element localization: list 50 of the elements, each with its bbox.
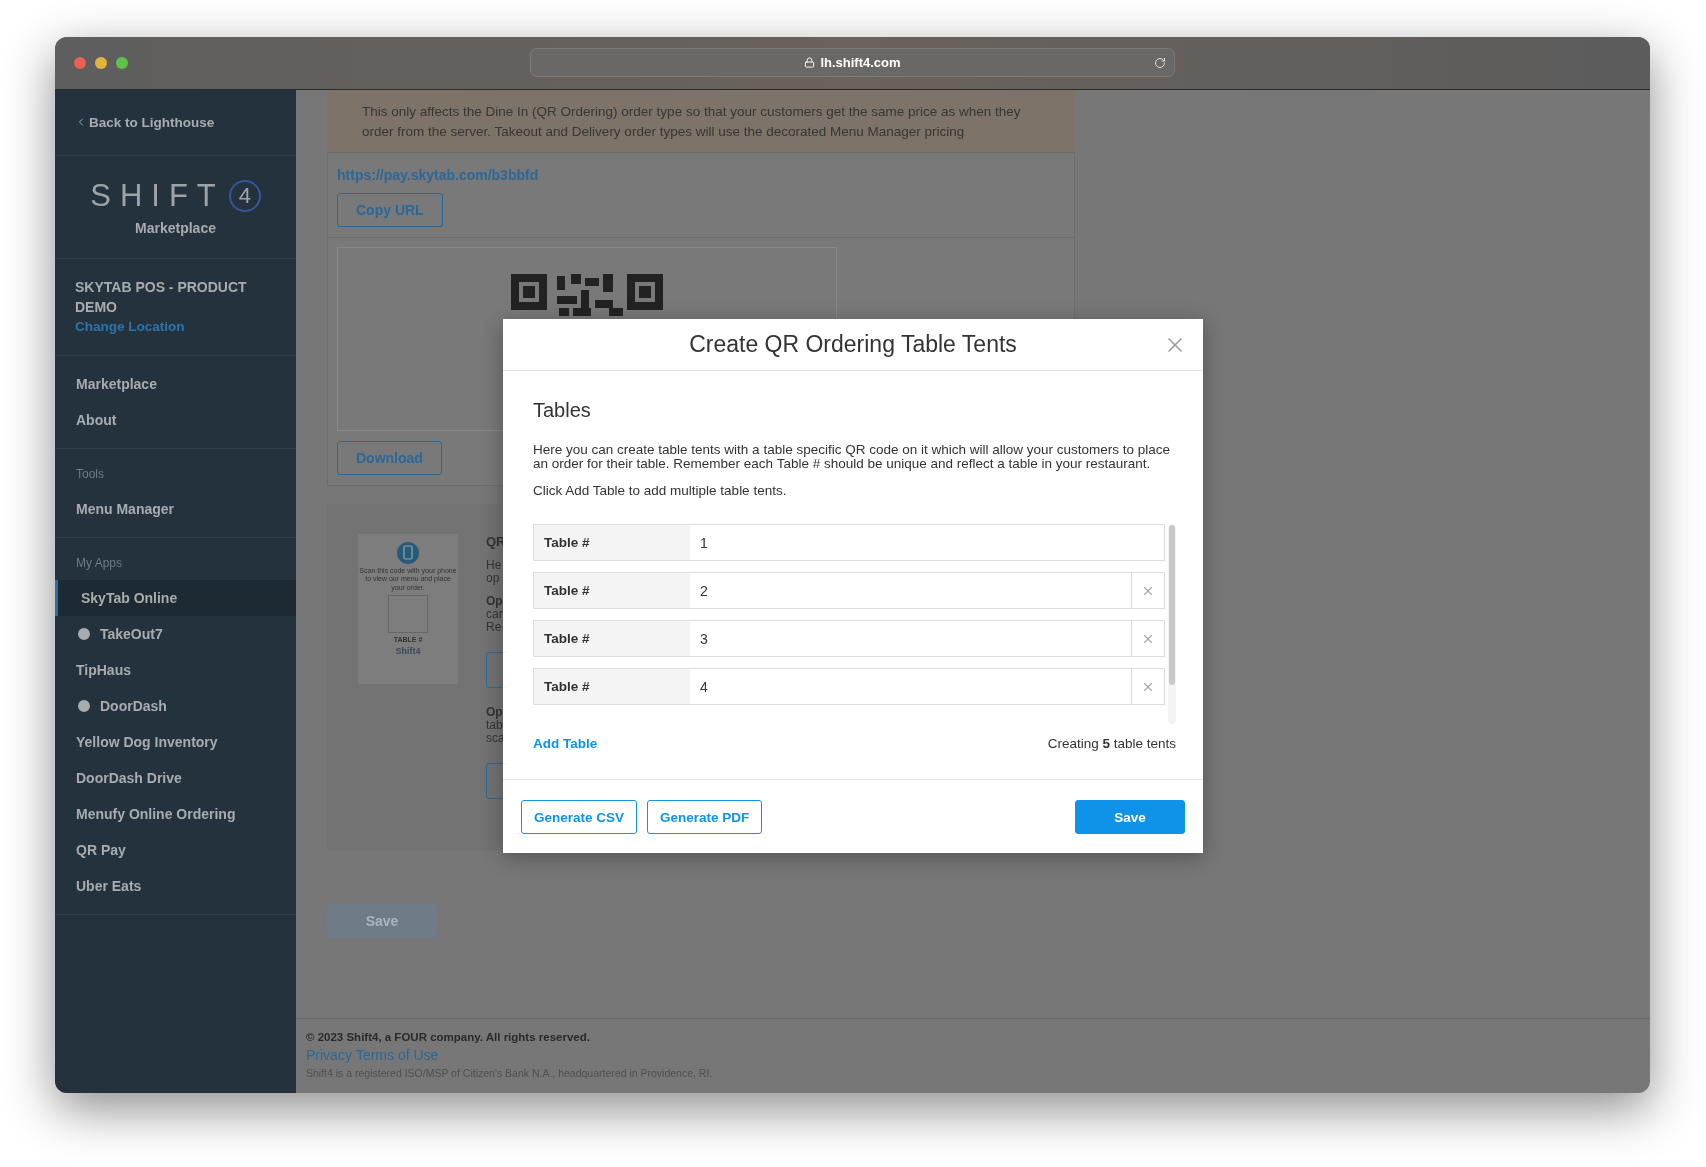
generate-button[interactable]: Generate PDF xyxy=(647,800,763,834)
row-label: Table # xyxy=(533,620,690,657)
description-text: Here you can create table tents with a table specific QR code on it which will allow your customers to place an order for their table. Remember each Table # should be unique and reflect a table in your restaurant. xyxy=(533,443,1172,471)
back-link[interactable]: Back to Lighthouse xyxy=(75,114,215,130)
copyright-text: © 2023 Shift4, a FOUR company. All rights reserved. xyxy=(306,1031,591,1043)
hint-text: Click Add Table to add multiple table tents. xyxy=(533,483,788,498)
maximize-window-button[interactable] xyxy=(116,57,128,69)
logo: SHIFT 4 xyxy=(90,178,261,214)
reload-icon[interactable] xyxy=(1154,56,1166,69)
dialog-title: Create QR Ordering Table Tents xyxy=(689,331,1017,358)
remove-button[interactable] xyxy=(1131,668,1165,705)
notice-text: This only affects the Dine In (QR Ordering) order type so that your customers get the same price as when they order from the server. Takeout and Delivery order types will use the decorated Menu Manager pricing xyxy=(327,90,1075,152)
sidebar-item[interactable]: DoorDash Drive xyxy=(55,760,296,796)
logo-subtitle: Marketplace xyxy=(135,220,216,236)
sidebar-item[interactable]: Menu Manager xyxy=(55,491,296,527)
row-label: Table # xyxy=(533,668,690,705)
close-window-button[interactable] xyxy=(74,57,86,69)
paragraph: Op car Re xyxy=(486,595,503,634)
paragraph: He op xyxy=(486,559,503,585)
count-text: Creating 5 table tents xyxy=(1047,736,1176,751)
sidebar-item[interactable]: Yellow Dog Inventory xyxy=(55,724,296,760)
brand-logo: Shift4 xyxy=(395,646,421,657)
scrollbar[interactable] xyxy=(1168,524,1176,724)
add-table-link[interactable]: Add Table xyxy=(533,736,598,751)
lock-icon xyxy=(804,57,816,68)
sidebar-item[interactable]: QR Pay xyxy=(55,832,296,868)
url-text: lh.shift4.com xyxy=(820,55,901,70)
sidebar-item[interactable]: DoorDash xyxy=(55,688,296,724)
sidebar-item[interactable]: Marketplace xyxy=(55,366,296,402)
phone-icon xyxy=(397,542,419,564)
sidebar-item[interactable]: TakeOut7 xyxy=(55,616,296,652)
table-number-field[interactable]: 4 xyxy=(690,668,1131,705)
section-heading: Tables xyxy=(533,399,592,422)
table-number-field[interactable]: 3 xyxy=(690,620,1131,657)
remove-button[interactable] xyxy=(1131,620,1165,657)
sidebar-item[interactable]: About xyxy=(55,402,296,438)
sidebar-item[interactable]: TipHaus xyxy=(55,652,296,688)
generate-button[interactable]: Generate CSV xyxy=(521,800,638,834)
address-bar[interactable]: lh.shift4.com xyxy=(530,48,1175,77)
minimize-window-button[interactable] xyxy=(95,57,107,69)
section-heading: Tools xyxy=(75,466,105,483)
sidebar-item[interactable]: Uber Eats xyxy=(55,868,296,904)
section-heading: My Apps xyxy=(75,555,124,572)
table-number-field[interactable]: 2 xyxy=(690,572,1131,609)
save-button[interactable]: Save xyxy=(1075,800,1185,834)
row-label: Table # xyxy=(533,572,690,609)
location-name: SKYTAB POS - PRODUCT DEMO xyxy=(75,278,248,317)
sidebar-item[interactable]: Menufy Online Ordering xyxy=(55,796,296,832)
remove-button[interactable] xyxy=(1131,572,1165,609)
sidebar-item[interactable]: SkyTab Online xyxy=(55,580,296,616)
